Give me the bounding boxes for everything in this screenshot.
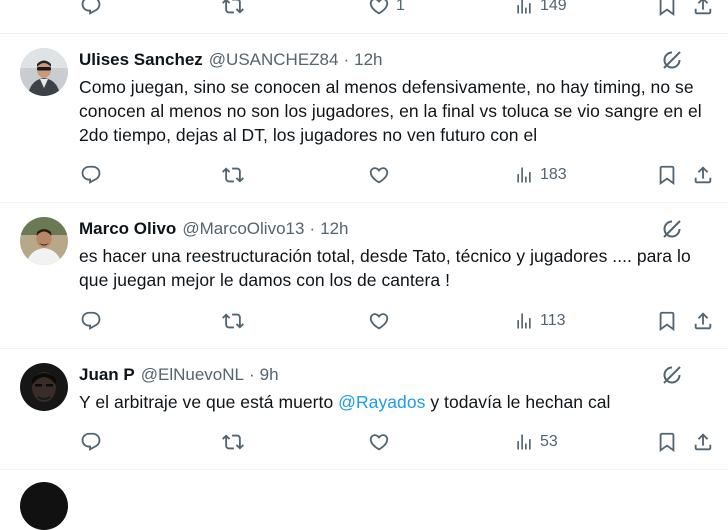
views-button[interactable]: 183 [514, 161, 567, 189]
timestamp[interactable]: 12h [354, 50, 382, 70]
tweet-text-part: Y el arbitraje ve que está muerto [79, 392, 339, 412]
view-count: 53 [540, 433, 558, 450]
retweet-button[interactable] [222, 428, 244, 456]
reply-button[interactable] [80, 0, 102, 20]
bookmark-button[interactable] [656, 0, 678, 20]
like-button[interactable] [368, 161, 390, 189]
tweet-header: Marco Olivo @MarcoOlivo13 · 12h [79, 217, 349, 241]
user-handle[interactable]: @MarcoOlivo13 [182, 219, 304, 239]
share-button[interactable] [692, 161, 714, 189]
bookmark-button[interactable] [656, 161, 678, 189]
share-button[interactable] [692, 307, 714, 335]
views-icon [514, 0, 534, 16]
divider [0, 469, 728, 470]
bookmark-icon [656, 310, 678, 332]
separator-dot: · [249, 365, 255, 384]
separator-dot: · [309, 219, 316, 238]
like-count: 1 [396, 0, 405, 14]
tweet-actions: 183 [78, 161, 728, 189]
grok-button[interactable] [660, 217, 684, 241]
view-count: 113 [540, 312, 566, 329]
views-button[interactable]: 53 [514, 428, 558, 456]
heart-icon [368, 0, 390, 17]
share-button[interactable] [692, 428, 714, 456]
retweet-button[interactable] [222, 0, 244, 20]
avatar[interactable] [20, 363, 68, 411]
display-name[interactable]: Marco Olivo [79, 219, 176, 239]
retweet-icon [222, 164, 244, 186]
share-icon [692, 431, 714, 453]
tweet[interactable]: Marco Olivo @MarcoOlivo13 · 12h es hacer… [0, 203, 728, 348]
avatar-image [20, 48, 68, 96]
views-button[interactable]: 113 [514, 307, 566, 335]
timestamp[interactable]: 9h [260, 365, 279, 385]
reply-icon [80, 431, 102, 453]
grok-button[interactable] [660, 48, 684, 72]
display-name[interactable]: Juan P [79, 365, 135, 385]
reply-feed: 1 149 Ulises Sanchez @USANCHEZ84 · 12h C… [0, 0, 728, 530]
share-button[interactable] [692, 0, 714, 20]
view-count: 149 [540, 0, 567, 14]
tweet-text: Como juegan, sino se conocen al menos de… [79, 77, 702, 145]
heart-icon [368, 431, 390, 453]
tweet-header: Ulises Sanchez @USANCHEZ84 · 12h [79, 48, 383, 72]
avatar[interactable] [20, 482, 68, 530]
tweet[interactable]: Ulises Sanchez @USANCHEZ84 · 12h Como ju… [0, 34, 728, 202]
grok-icon [660, 363, 684, 387]
avatar[interactable] [20, 48, 68, 96]
tweet-actions: 53 [78, 428, 728, 456]
views-icon [514, 432, 534, 452]
bookmark-icon [656, 431, 678, 453]
reply-button[interactable] [80, 428, 102, 456]
heart-icon [368, 310, 390, 332]
avatar[interactable] [20, 217, 68, 265]
reply-button[interactable] [80, 307, 102, 335]
grok-icon [660, 217, 684, 241]
prev-tweet-actions: 1 149 [78, 0, 728, 20]
views-icon [514, 165, 534, 185]
tweet[interactable]: Juan P @ElNuevoNL · 9h Y el arbitraje ve… [0, 349, 728, 469]
grok-icon [660, 48, 684, 72]
reply-button[interactable] [80, 161, 102, 189]
share-icon [692, 164, 714, 186]
timestamp[interactable]: 12h [320, 219, 348, 239]
retweet-icon [222, 431, 244, 453]
like-button[interactable]: 1 [368, 0, 405, 20]
separator-dot: · [343, 50, 350, 69]
views-button[interactable]: 149 [514, 0, 567, 20]
bookmark-icon [656, 164, 678, 186]
heart-icon [368, 164, 390, 186]
tweet-header: Juan P @ElNuevoNL · 9h [79, 363, 279, 387]
tweet-text: es hacer una reestructuración total, des… [79, 246, 691, 290]
display-name[interactable]: Ulises Sanchez [79, 50, 203, 70]
reply-icon [80, 164, 102, 186]
tweet-text-part: y todavía le hechan cal [425, 392, 611, 412]
user-handle[interactable]: @ElNuevoNL [141, 365, 244, 385]
reply-icon [80, 310, 102, 332]
tweet-actions: 113 [78, 307, 728, 335]
avatar-image [20, 363, 68, 411]
share-icon [692, 0, 714, 17]
like-button[interactable] [368, 428, 390, 456]
bookmark-icon [656, 0, 678, 17]
bookmark-button[interactable] [656, 307, 678, 335]
reply-icon [80, 0, 102, 17]
mention-link[interactable]: @Rayados [338, 392, 425, 412]
view-count: 183 [540, 166, 567, 183]
grok-button[interactable] [660, 363, 684, 387]
bookmark-button[interactable] [656, 428, 678, 456]
retweet-button[interactable] [222, 161, 244, 189]
retweet-icon [222, 310, 244, 332]
like-button[interactable] [368, 307, 390, 335]
views-icon [514, 311, 534, 331]
retweet-button[interactable] [222, 307, 244, 335]
user-handle[interactable]: @USANCHEZ84 [209, 50, 339, 70]
retweet-icon [222, 0, 244, 17]
avatar-image [20, 217, 68, 265]
tweet-text: Y el arbitraje ve que está muerto @Rayad… [79, 390, 719, 414]
share-icon [692, 310, 714, 332]
